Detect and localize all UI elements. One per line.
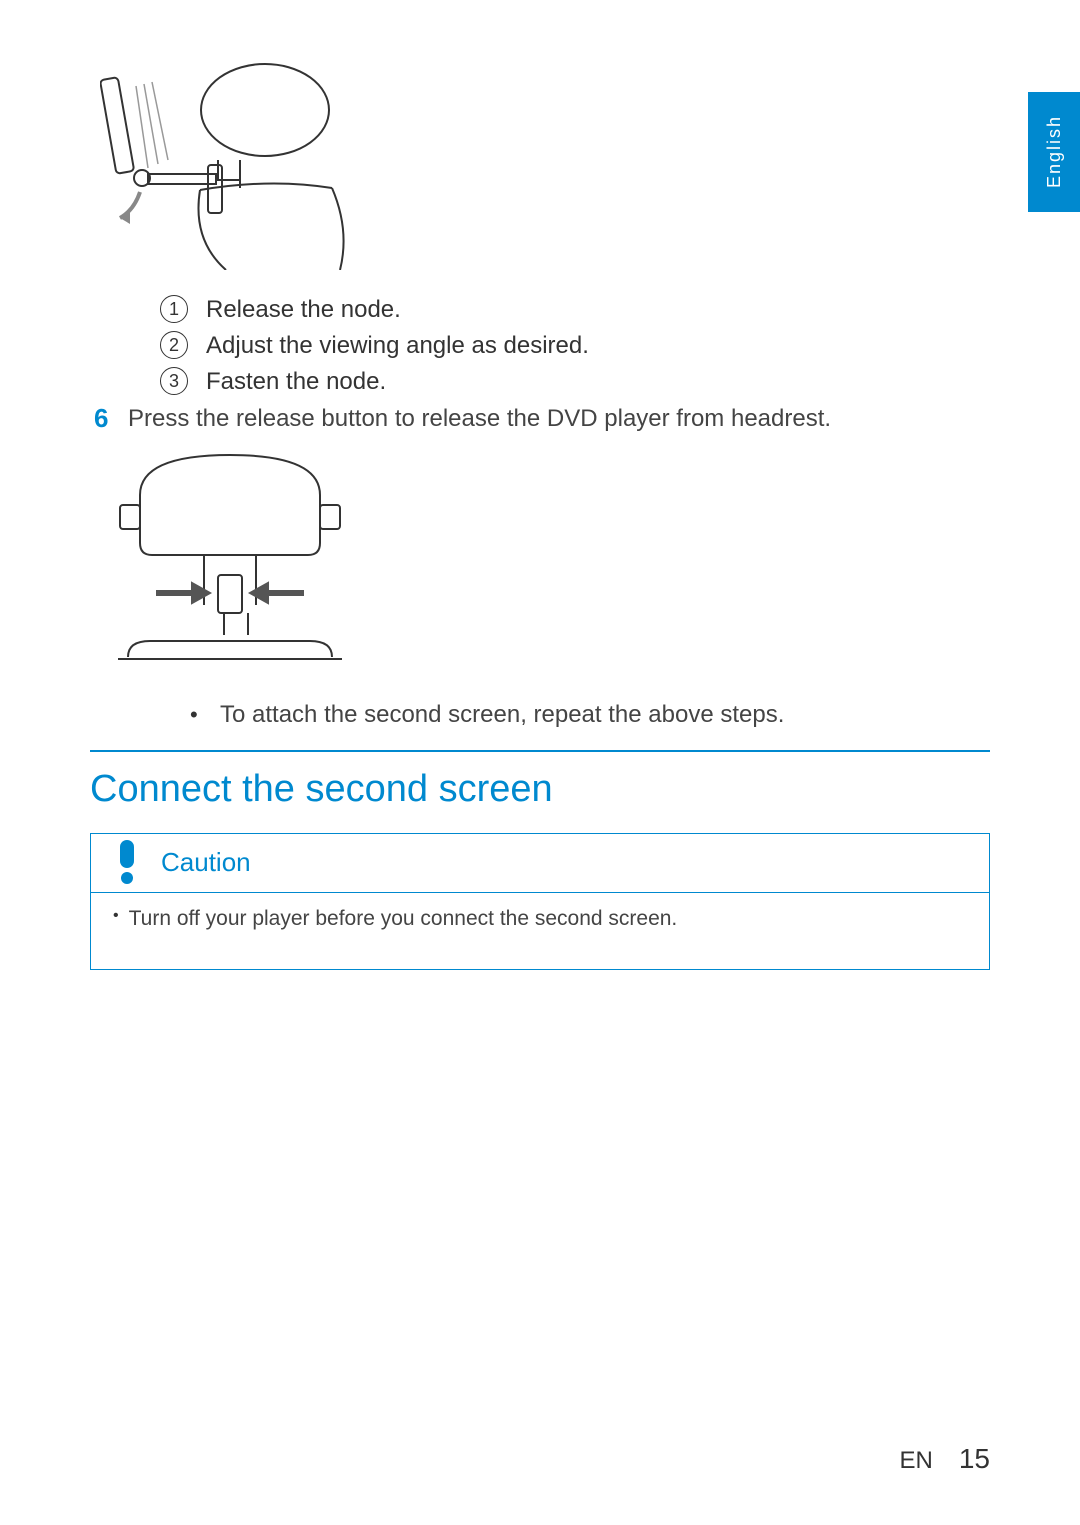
bullet-note: • To attach the second screen, repeat th…	[190, 700, 990, 730]
circle-number-icon: 2	[160, 331, 188, 359]
caution-callout: Caution • Turn off your player before yo…	[90, 833, 990, 970]
step-text: Press the release button to release the …	[128, 403, 831, 435]
bullet-icon: •	[113, 907, 119, 931]
caution-body: • Turn off your player before you connec…	[91, 893, 989, 969]
step-6: 6 Press the release button to release th…	[90, 403, 990, 435]
page-footer: EN 15	[900, 1443, 991, 1475]
substep-item: 2 Adjust the viewing angle as desired.	[160, 331, 990, 361]
caution-title: Caution	[161, 847, 251, 878]
figure-adjust-angle	[100, 60, 990, 275]
footer-page-number: 15	[959, 1443, 990, 1475]
section-divider	[90, 750, 990, 752]
bullet-text: To attach the second screen, repeat the …	[220, 700, 784, 730]
caution-icon	[113, 840, 141, 884]
footer-language: EN	[900, 1447, 933, 1475]
substep-item: 3 Fasten the node.	[160, 367, 990, 397]
step-number: 6	[94, 403, 128, 435]
figure-release-player	[100, 445, 990, 680]
circle-number-icon: 3	[160, 367, 188, 395]
substep-text: Adjust the viewing angle as desired.	[206, 331, 589, 361]
caution-header: Caution	[91, 834, 989, 892]
language-tab-label: English	[1044, 115, 1065, 188]
substeps-list: 1 Release the node. 2 Adjust the viewing…	[160, 295, 990, 397]
caution-text: Turn off your player before you connect …	[129, 907, 678, 931]
bullet-icon: •	[190, 700, 220, 730]
substep-text: Fasten the node.	[206, 367, 386, 397]
substep-item: 1 Release the node.	[160, 295, 990, 325]
substep-text: Release the node.	[206, 295, 401, 325]
language-tab: English	[1028, 92, 1080, 212]
section-heading: Connect the second screen	[90, 768, 990, 811]
circle-number-icon: 1	[160, 295, 188, 323]
